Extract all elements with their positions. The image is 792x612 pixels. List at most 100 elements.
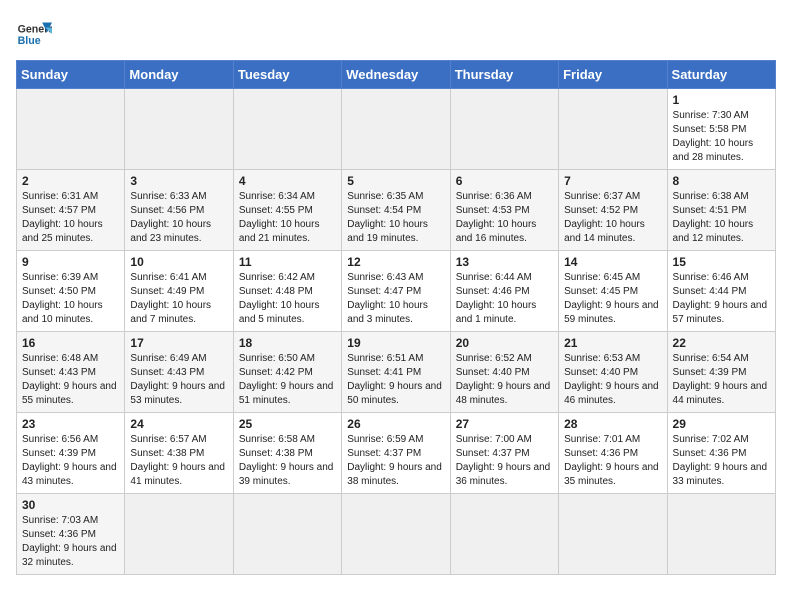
day-number: 4 (239, 174, 336, 188)
day-cell: 8 Sunrise: 6:38 AM Sunset: 4:51 PM Daylig… (667, 170, 775, 251)
day-cell (450, 89, 558, 170)
day-number: 5 (347, 174, 444, 188)
day-cell (667, 494, 775, 575)
day-cell (559, 89, 667, 170)
day-info: Sunrise: 6:59 AM Sunset: 4:37 PM Dayligh… (347, 433, 444, 489)
column-header-wednesday: Wednesday (342, 61, 450, 89)
day-cell: 18Sunrise: 6:50 AM Sunset: 4:42 PM Dayli… (233, 332, 341, 413)
day-info: Sunrise: 6:46 AM Sunset: 4:44 PM Dayligh… (673, 271, 770, 327)
day-info: Sunrise: 6:43 AM Sunset: 4:47 PM Dayligh… (347, 271, 444, 327)
day-info: Sunrise: 6:35 AM Sunset: 4:54 PM Dayligh… (347, 190, 444, 246)
day-cell: 30 Sunrise: 7:03 AM Sunset: 4:36 PM Dayli… (17, 494, 125, 575)
day-cell: 1Sunrise: 7:30 AM Sunset: 5:58 PM Daylig… (667, 89, 775, 170)
logo: General Blue (16, 16, 52, 52)
day-cell (125, 89, 233, 170)
day-info: Sunrise: 7:01 AM Sunset: 4:36 PM Dayligh… (564, 433, 661, 489)
day-cell: 17 Sunrise: 6:49 AM Sunset: 4:43 PM Dayli… (125, 332, 233, 413)
day-info: Sunrise: 6:54 AM Sunset: 4:39 PM Dayligh… (673, 352, 770, 408)
day-cell: 11Sunrise: 6:42 AM Sunset: 4:48 PM Dayli… (233, 251, 341, 332)
day-cell: 25 Sunrise: 6:58 AM Sunset: 4:38 PM Dayli… (233, 413, 341, 494)
column-header-monday: Monday (125, 61, 233, 89)
day-cell: 5 Sunrise: 6:35 AM Sunset: 4:54 PM Daylig… (342, 170, 450, 251)
day-number: 24 (130, 417, 227, 431)
day-info: Sunrise: 7:00 AM Sunset: 4:37 PM Dayligh… (456, 433, 553, 489)
day-number: 8 (673, 174, 770, 188)
day-info: Sunrise: 6:36 AM Sunset: 4:53 PM Dayligh… (456, 190, 553, 246)
column-header-thursday: Thursday (450, 61, 558, 89)
week-row-6: 30 Sunrise: 7:03 AM Sunset: 4:36 PM Dayli… (17, 494, 776, 575)
day-cell: 6 Sunrise: 6:36 AM Sunset: 4:53 PM Daylig… (450, 170, 558, 251)
day-cell: 21 Sunrise: 6:53 AM Sunset: 4:40 PM Dayli… (559, 332, 667, 413)
day-number: 19 (347, 336, 444, 350)
day-cell: 13Sunrise: 6:44 AM Sunset: 4:46 PM Dayli… (450, 251, 558, 332)
day-number: 25 (239, 417, 336, 431)
day-cell: 24Sunrise: 6:57 AM Sunset: 4:38 PM Dayli… (125, 413, 233, 494)
day-cell: 12 Sunrise: 6:43 AM Sunset: 4:47 PM Dayli… (342, 251, 450, 332)
day-cell: 15 Sunrise: 6:46 AM Sunset: 4:44 PM Dayli… (667, 251, 775, 332)
week-row-2: 2 Sunrise: 6:31 AM Sunset: 4:57 PM Daylig… (17, 170, 776, 251)
week-row-5: 23Sunrise: 6:56 AM Sunset: 4:39 PM Dayli… (17, 413, 776, 494)
day-info: Sunrise: 6:49 AM Sunset: 4:43 PM Dayligh… (130, 352, 227, 408)
logo-icon: General Blue (16, 16, 52, 52)
day-number: 17 (130, 336, 227, 350)
day-info: Sunrise: 6:39 AM Sunset: 4:50 PM Dayligh… (22, 271, 119, 327)
day-number: 23 (22, 417, 119, 431)
day-cell (233, 494, 341, 575)
day-cell: 14 Sunrise: 6:45 AM Sunset: 4:45 PM Dayli… (559, 251, 667, 332)
day-info: Sunrise: 7:02 AM Sunset: 4:36 PM Dayligh… (673, 433, 770, 489)
day-number: 6 (456, 174, 553, 188)
day-number: 22 (673, 336, 770, 350)
day-number: 16 (22, 336, 119, 350)
day-number: 15 (673, 255, 770, 269)
day-number: 2 (22, 174, 119, 188)
day-info: Sunrise: 6:58 AM Sunset: 4:38 PM Dayligh… (239, 433, 336, 489)
week-row-1: 1Sunrise: 7:30 AM Sunset: 5:58 PM Daylig… (17, 89, 776, 170)
day-cell (450, 494, 558, 575)
day-number: 14 (564, 255, 661, 269)
day-cell (125, 494, 233, 575)
day-cell (342, 89, 450, 170)
day-info: Sunrise: 6:34 AM Sunset: 4:55 PM Dayligh… (239, 190, 336, 246)
day-info: Sunrise: 6:51 AM Sunset: 4:41 PM Dayligh… (347, 352, 444, 408)
day-number: 21 (564, 336, 661, 350)
column-header-sunday: Sunday (17, 61, 125, 89)
day-info: Sunrise: 6:42 AM Sunset: 4:48 PM Dayligh… (239, 271, 336, 327)
svg-text:Blue: Blue (18, 35, 41, 47)
header-row: SundayMondayTuesdayWednesdayThursdayFrid… (17, 61, 776, 89)
day-number: 27 (456, 417, 553, 431)
day-cell: 9 Sunrise: 6:39 AM Sunset: 4:50 PM Daylig… (17, 251, 125, 332)
day-info: Sunrise: 6:48 AM Sunset: 4:43 PM Dayligh… (22, 352, 119, 408)
week-row-3: 9 Sunrise: 6:39 AM Sunset: 4:50 PM Daylig… (17, 251, 776, 332)
day-cell: 29Sunrise: 7:02 AM Sunset: 4:36 PM Dayli… (667, 413, 775, 494)
day-info: Sunrise: 6:45 AM Sunset: 4:45 PM Dayligh… (564, 271, 661, 327)
day-number: 12 (347, 255, 444, 269)
day-number: 1 (673, 93, 770, 107)
day-cell (17, 89, 125, 170)
day-info: Sunrise: 6:38 AM Sunset: 4:51 PM Dayligh… (673, 190, 770, 246)
day-cell: 28 Sunrise: 7:01 AM Sunset: 4:36 PM Dayli… (559, 413, 667, 494)
day-cell: 10Sunrise: 6:41 AM Sunset: 4:49 PM Dayli… (125, 251, 233, 332)
page-header: General Blue (16, 16, 776, 52)
day-number: 9 (22, 255, 119, 269)
day-cell: 7Sunrise: 6:37 AM Sunset: 4:52 PM Daylig… (559, 170, 667, 251)
day-cell (342, 494, 450, 575)
day-number: 10 (130, 255, 227, 269)
day-number: 28 (564, 417, 661, 431)
column-header-friday: Friday (559, 61, 667, 89)
day-cell (233, 89, 341, 170)
day-cell: 23Sunrise: 6:56 AM Sunset: 4:39 PM Dayli… (17, 413, 125, 494)
day-number: 20 (456, 336, 553, 350)
day-info: Sunrise: 6:37 AM Sunset: 4:52 PM Dayligh… (564, 190, 661, 246)
day-cell: 4 Sunrise: 6:34 AM Sunset: 4:55 PM Daylig… (233, 170, 341, 251)
day-info: Sunrise: 7:03 AM Sunset: 4:36 PM Dayligh… (22, 514, 119, 570)
day-cell: 20Sunrise: 6:52 AM Sunset: 4:40 PM Dayli… (450, 332, 558, 413)
day-cell: 22 Sunrise: 6:54 AM Sunset: 4:39 PM Dayli… (667, 332, 775, 413)
day-info: Sunrise: 6:53 AM Sunset: 4:40 PM Dayligh… (564, 352, 661, 408)
day-cell: 3Sunrise: 6:33 AM Sunset: 4:56 PM Daylig… (125, 170, 233, 251)
day-number: 13 (456, 255, 553, 269)
day-cell: 27 Sunrise: 7:00 AM Sunset: 4:37 PM Dayli… (450, 413, 558, 494)
day-info: Sunrise: 6:31 AM Sunset: 4:57 PM Dayligh… (22, 190, 119, 246)
day-number: 30 (22, 498, 119, 512)
day-info: Sunrise: 6:33 AM Sunset: 4:56 PM Dayligh… (130, 190, 227, 246)
week-row-4: 16 Sunrise: 6:48 AM Sunset: 4:43 PM Dayli… (17, 332, 776, 413)
